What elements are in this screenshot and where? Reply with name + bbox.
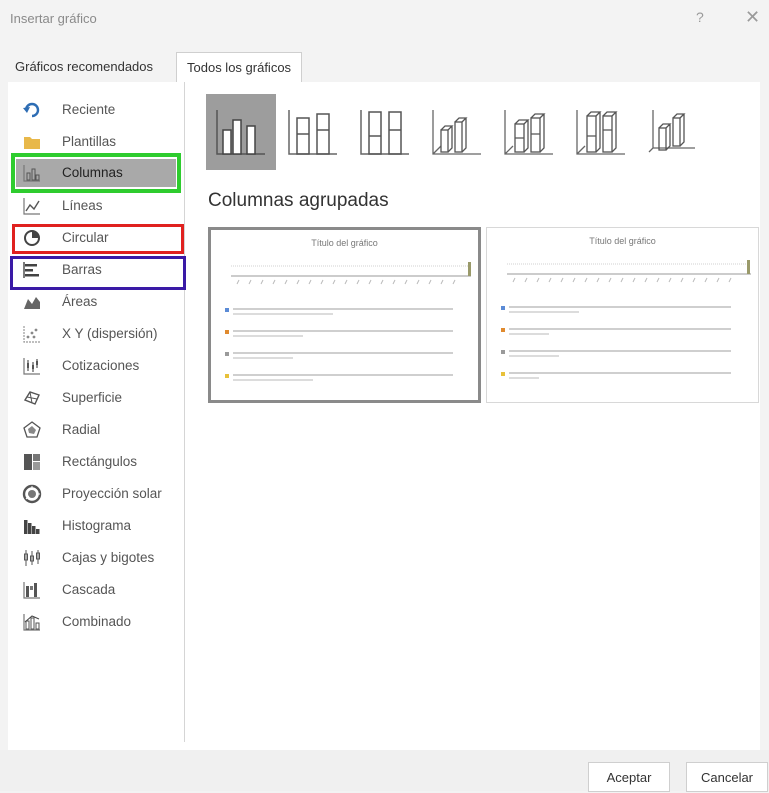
category-label: Combinado: [62, 614, 132, 629]
category-label: Superficie: [62, 390, 123, 405]
subtype-heading: Columnas agrupadas: [208, 190, 389, 211]
3d-column-icon: [648, 110, 695, 153]
category-combo[interactable]: Combinado: [16, 608, 176, 636]
category-label: Áreas: [62, 294, 98, 309]
category-recent[interactable]: Reciente: [16, 96, 176, 124]
subtype-3d-clustered-column[interactable]: [422, 94, 492, 170]
subtype-100-stacked-column[interactable]: [350, 94, 420, 170]
category-label: Cotizaciones: [62, 358, 140, 373]
preview-title: Título del gráfico: [311, 238, 378, 248]
treemap-chart-icon: [24, 454, 40, 470]
category-areas[interactable]: Áreas: [16, 288, 176, 316]
category-templates[interactable]: Plantillas: [16, 128, 176, 156]
dialog-footer: Aceptar Cancelar: [0, 750, 769, 792]
legend-entry: [225, 306, 465, 318]
category-histogram[interactable]: Histograma: [16, 512, 176, 540]
scatter-chart-icon: [23, 326, 40, 343]
recent-icon: [23, 102, 40, 118]
category-waterfall[interactable]: Cascada: [16, 576, 176, 604]
tab-recommended-charts[interactable]: Gráficos recomendados: [15, 52, 153, 82]
subtype-3d-column[interactable]: [638, 94, 708, 170]
help-button[interactable]: ?: [696, 9, 704, 25]
highlight-box-blue: [10, 256, 186, 290]
chart-preview-2[interactable]: Título del gráfico: [486, 227, 759, 403]
radar-chart-icon: [23, 421, 41, 438]
highlight-box-green: [11, 153, 181, 193]
category-label: Proyección solar: [62, 486, 162, 501]
cancel-button[interactable]: Cancelar: [686, 762, 768, 792]
category-label: Plantillas: [62, 134, 117, 149]
histogram-chart-icon: [24, 520, 40, 534]
subtype-clustered-column[interactable]: [206, 94, 276, 170]
legend-entry: [225, 372, 465, 384]
ok-button[interactable]: Aceptar: [588, 762, 670, 792]
category-surface[interactable]: Superficie: [16, 384, 176, 412]
clustered-column-icon: [216, 110, 265, 155]
dialog-title: Insertar gráfico: [10, 11, 97, 26]
3d-clustered-column-icon: [432, 110, 481, 155]
preview-mini-chart: [231, 262, 471, 285]
preview-mini-chart: [507, 260, 751, 283]
title-bar: Insertar gráfico ? ✕: [0, 0, 769, 42]
category-stock[interactable]: Cotizaciones: [16, 352, 176, 380]
category-label: Líneas: [62, 198, 103, 213]
category-label: Reciente: [62, 102, 116, 117]
3d-stacked-column-icon: [504, 110, 553, 155]
stock-chart-icon: [23, 358, 40, 375]
category-label: Cajas y bigotes: [62, 550, 155, 565]
surface-chart-icon: [23, 391, 40, 405]
folder-icon: [24, 137, 40, 149]
percent-stacked-column-icon: [360, 110, 409, 155]
chart-preview-1[interactable]: Título del gráfico: [208, 227, 481, 403]
category-sunburst[interactable]: Proyección solar: [16, 480, 176, 508]
legend-entry: [501, 348, 741, 360]
category-scatter[interactable]: X Y (dispersión): [16, 320, 176, 348]
legend-entry: [225, 328, 465, 340]
sunburst-chart-icon: [22, 484, 42, 504]
category-label: X Y (dispersión): [62, 326, 158, 341]
category-label: Rectángulos: [62, 454, 138, 469]
tab-strip: Gráficos recomendados Todos los gráficos: [8, 52, 760, 83]
3d-percent-stacked-column-icon: [576, 110, 625, 155]
subtype-3d-stacked-column[interactable]: [494, 94, 564, 170]
subtype-stacked-column[interactable]: [278, 94, 348, 170]
legend-entry: [501, 304, 741, 316]
highlight-box-red: [12, 224, 184, 254]
legend-entry: [501, 326, 741, 338]
category-label: Cascada: [62, 582, 116, 597]
line-chart-icon: [23, 198, 40, 215]
category-radar[interactable]: Radial: [16, 416, 176, 444]
close-button[interactable]: ✕: [745, 7, 760, 28]
legend-entry: [225, 350, 465, 362]
category-lines[interactable]: Líneas: [16, 192, 176, 220]
category-treemap[interactable]: Rectángulos: [16, 448, 176, 476]
area-chart-icon: [24, 297, 40, 309]
legend-entry: [501, 370, 741, 382]
category-label: Radial: [62, 422, 101, 437]
preview-title: Título del gráfico: [589, 236, 656, 246]
category-label: Histograma: [62, 518, 132, 533]
subtype-3d-100-stacked-column[interactable]: [566, 94, 636, 170]
waterfall-chart-icon: [23, 582, 40, 599]
chart-subtype-gallery: [206, 94, 746, 170]
tab-all-charts[interactable]: Todos los gráficos: [176, 52, 303, 83]
stacked-column-icon: [288, 110, 337, 155]
category-box-whisker[interactable]: Cajas y bigotes: [16, 544, 176, 572]
combo-chart-icon: [23, 614, 40, 631]
box-whisker-chart-icon: [24, 550, 40, 566]
